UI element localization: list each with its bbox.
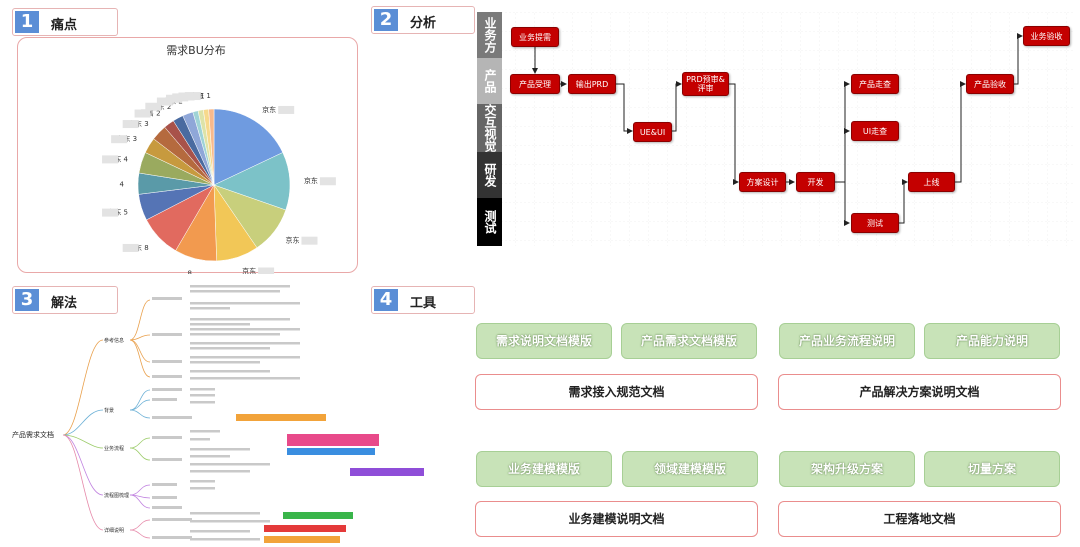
node-ui-walkthrough: UI走查 (851, 121, 899, 141)
node-go-live: 上线 (908, 172, 955, 192)
doc-product-business-process[interactable]: 产品业务流程说明 (779, 323, 915, 359)
panel-4-header: 4 工具 (371, 286, 475, 314)
doc-requirement-intake-spec[interactable]: 需求接入规范文档 (475, 374, 758, 410)
node-product-accept: 产品受理 (510, 74, 560, 94)
doc-product-capability[interactable]: 产品能力说明 (924, 323, 1060, 359)
node-business-acceptance: 业务验收 (1023, 26, 1070, 46)
tag-red (264, 525, 346, 532)
template-domain-modeling[interactable]: 领域建模模版 (622, 451, 758, 487)
tag-pink (287, 434, 379, 446)
template-requirement-doc[interactable]: 需求说明文档模版 (476, 323, 612, 359)
doc-product-solution[interactable]: 产品解决方案说明文档 (778, 374, 1061, 410)
panel-4-number: 4 (374, 289, 398, 311)
doc-business-modeling[interactable]: 业务建模说明文档 (475, 501, 758, 537)
mindmap-root: 产品需求文档 (12, 430, 54, 439)
node-testing: 测试 (851, 213, 899, 233)
node-output-prd: 输出PRD (568, 74, 616, 94)
template-product-requirement-doc[interactable]: 产品需求文档模版 (621, 323, 757, 359)
template-business-modeling[interactable]: 业务建模模版 (476, 451, 612, 487)
panel-4-title: 工具 (410, 296, 437, 311)
tag-orange-2 (264, 536, 340, 543)
tag-purple (350, 468, 424, 476)
node-product-walkthrough: 产品走查 (851, 74, 899, 94)
tag-blue (287, 448, 375, 455)
node-ue-ui: UE&UI (633, 122, 672, 142)
tag-green (283, 512, 353, 519)
node-solution-design: 方案设计 (739, 172, 786, 192)
node-prd-review: PRD预审&评审 (682, 72, 729, 96)
mindmap: 产品需求文档 参考信息 背景 业务流程 流程图梳理 详细说明 (12, 285, 424, 543)
mindmap-branch-reference: 参考信息 (104, 337, 124, 344)
node-business-request: 业务提需 (511, 27, 559, 47)
plan-architecture-upgrade[interactable]: 架构升级方案 (779, 451, 915, 487)
node-development: 开发 (796, 172, 835, 192)
mindmap-branch-flowchart: 流程图梳理 (104, 492, 129, 499)
tag-orange-1 (236, 414, 326, 421)
plan-traffic-switch[interactable]: 切量方案 (924, 451, 1060, 487)
node-product-acceptance: 产品验收 (966, 74, 1014, 94)
doc-engineering-implementation[interactable]: 工程落地文档 (778, 501, 1061, 537)
mindmap-branch-background: 背景 (104, 407, 114, 414)
mindmap-branch-detail: 详细说明 (104, 527, 124, 534)
mindmap-branch-process: 业务流程 (104, 445, 124, 452)
